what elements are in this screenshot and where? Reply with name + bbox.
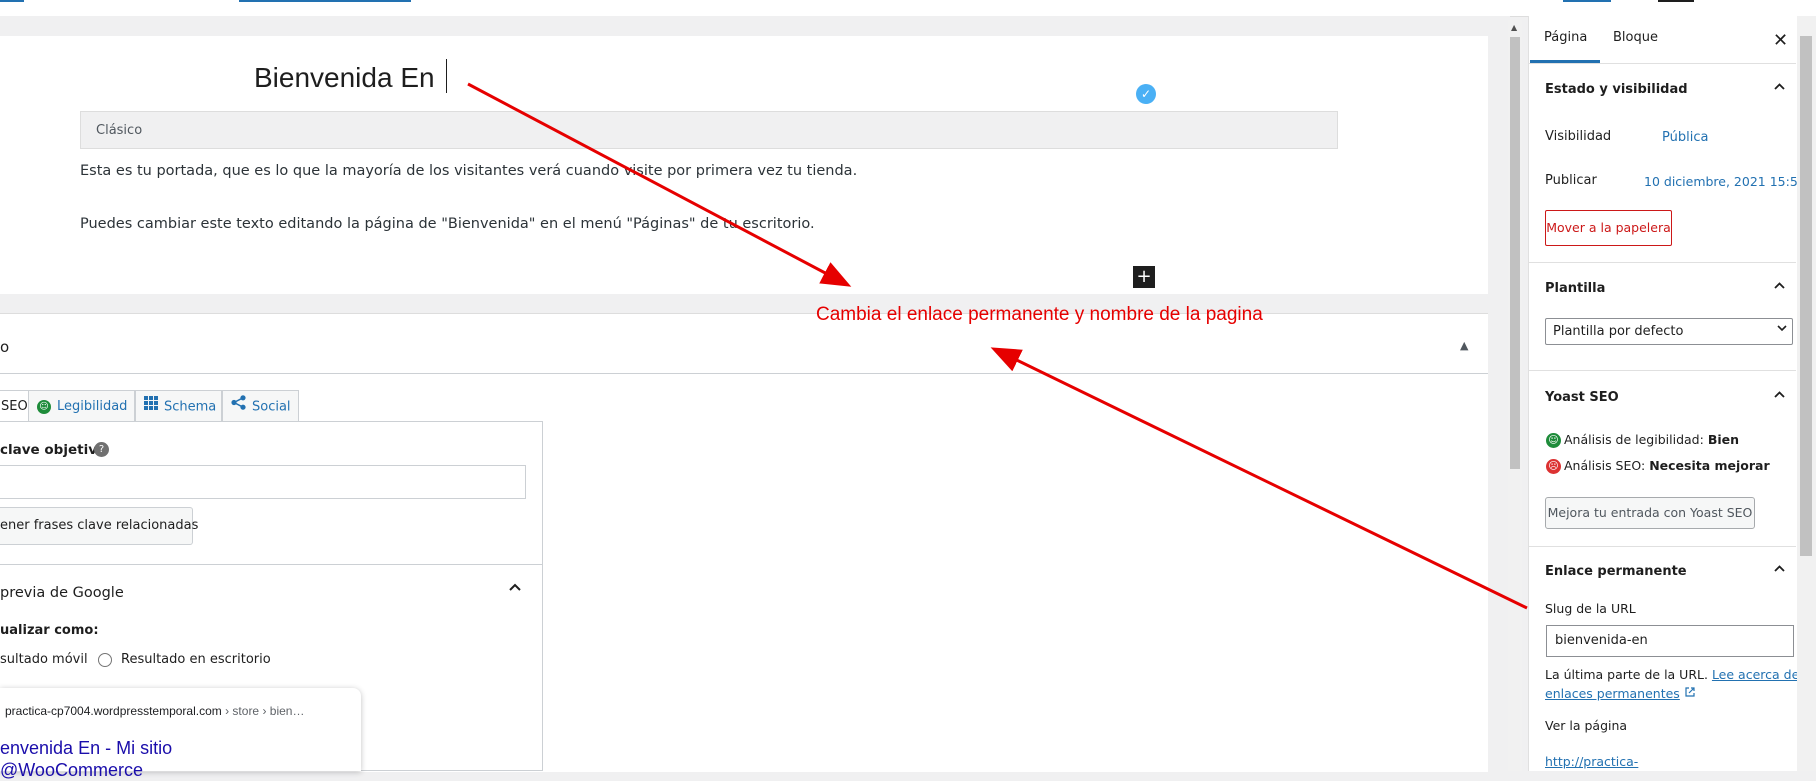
serp-title-line: envenida En - Mi sitio bbox=[0, 738, 173, 758]
focus-keyphrase-input[interactable] bbox=[0, 465, 526, 499]
share-icon bbox=[231, 391, 246, 423]
post-title[interactable]: Bienvenida En bbox=[254, 62, 435, 94]
slug-label: Slug de la URL bbox=[1545, 601, 1636, 616]
template-select[interactable]: Plantilla por defecto bbox=[1545, 318, 1793, 345]
chevron-up-icon[interactable] bbox=[1773, 388, 1786, 405]
collapse-arrow-icon[interactable]: ▲ bbox=[1460, 339, 1468, 352]
paragraph[interactable]: Puedes cambiar este texto editando la pá… bbox=[80, 216, 815, 232]
divider bbox=[1528, 546, 1796, 547]
chevron-up-icon[interactable] bbox=[1773, 562, 1786, 579]
serp-url: practica-cp7004.wordpresstemporal.com › … bbox=[5, 704, 304, 718]
tab-label: SEO bbox=[1, 399, 28, 414]
seo-value: Necesita mejorar bbox=[1649, 458, 1770, 473]
visibility-label: Visibilidad bbox=[1545, 129, 1612, 144]
chevron-up-icon[interactable] bbox=[508, 580, 522, 598]
desktop-result-option[interactable]: Resultado en escritorio bbox=[121, 652, 271, 667]
toolbar-button-fragment[interactable] bbox=[239, 0, 411, 2]
smiley-face-icon: ☺ bbox=[37, 399, 51, 414]
divider bbox=[0, 373, 1488, 374]
text-caret bbox=[446, 59, 447, 93]
toolbar-button-fragment[interactable] bbox=[0, 0, 24, 2]
serp-breadcrumb: › store › bien… bbox=[221, 704, 305, 718]
template-panel-title[interactable]: Plantilla bbox=[1545, 281, 1605, 296]
add-block-button[interactable]: + bbox=[1133, 266, 1155, 288]
paragraph[interactable]: Esta es tu portada, que es lo que la may… bbox=[80, 163, 857, 179]
page-permalink[interactable]: http://practica- bbox=[1545, 754, 1638, 769]
divider bbox=[1528, 63, 1796, 64]
editor-scrollbar-thumb[interactable] bbox=[1510, 37, 1520, 469]
classic-block-label: Clásico bbox=[96, 123, 143, 138]
good-smiley-icon: ☺ bbox=[1546, 433, 1561, 448]
annotation-text: Cambia el enlace permanente y nombre de … bbox=[816, 304, 1263, 325]
view-page-label: Ver la página bbox=[1545, 718, 1628, 733]
chevron-down-icon bbox=[1776, 322, 1788, 337]
readability-value: Bien bbox=[1707, 432, 1740, 447]
bad-face-icon: ☹ bbox=[1546, 459, 1561, 474]
publish-label: Publicar bbox=[1545, 173, 1597, 188]
serp-title-line: @WooCommerce bbox=[0, 760, 143, 780]
trash-button[interactable]: Mover a la papelera bbox=[1545, 210, 1672, 246]
slug-help-line: La última parte de la URL. Lee acerca de… bbox=[1545, 667, 1816, 682]
improve-with-yoast-button[interactable]: Mejora tu entrada con Yoast SEO bbox=[1545, 497, 1755, 529]
classic-block-toolbar[interactable] bbox=[80, 111, 1338, 149]
yoast-panel-title[interactable]: Yoast SEO bbox=[1545, 390, 1619, 405]
slug-input[interactable]: bienvenida-en bbox=[1546, 625, 1794, 657]
tab-label: Legibilidad bbox=[57, 399, 128, 414]
scroll-up-arrow-icon[interactable]: ▲ bbox=[1511, 23, 1517, 32]
visibility-value[interactable]: Pública bbox=[1662, 130, 1708, 145]
divider bbox=[1528, 370, 1796, 371]
related-keyphrases-button[interactable]: ener frases clave relacionadas bbox=[0, 507, 198, 545]
chevron-up-icon[interactable] bbox=[1773, 279, 1786, 296]
mobile-result-option[interactable]: sultado móvil bbox=[0, 652, 88, 667]
serp-title: envenida En - Mi sitio @WooCommerce bbox=[0, 737, 172, 781]
seo-label: Análisis SEO: bbox=[1564, 458, 1646, 473]
tab-seo[interactable]: SEO bbox=[0, 390, 29, 422]
settings-button-fragment[interactable] bbox=[1658, 0, 1694, 2]
tab-schema[interactable]: Schema bbox=[135, 390, 222, 422]
publish-date[interactable]: 10 diciembre, 2021 15:59 bbox=[1644, 174, 1806, 189]
status-panel-title[interactable]: Estado y visibilidad bbox=[1545, 82, 1688, 97]
tab-social[interactable]: Social bbox=[222, 390, 299, 422]
grid-icon bbox=[144, 391, 158, 423]
tab-block[interactable]: Bloque bbox=[1613, 30, 1658, 45]
desktop-result-radio[interactable] bbox=[98, 653, 112, 667]
tab-page[interactable]: Página bbox=[1544, 30, 1587, 45]
permalink-help-link[interactable]: enlaces permanentes bbox=[1545, 686, 1680, 701]
publish-button-fragment[interactable] bbox=[1563, 0, 1611, 2]
sidebar-scrollbar-thumb[interactable] bbox=[1800, 36, 1812, 556]
help-icon[interactable]: ? bbox=[94, 442, 109, 457]
close-icon[interactable]: ✕ bbox=[1773, 30, 1788, 51]
slug-help-line: enlaces permanentes bbox=[1545, 686, 1696, 701]
seo-score: Análisis SEO: Necesita mejorar bbox=[1564, 458, 1770, 473]
slug-help-text: La última parte de la URL. bbox=[1545, 667, 1708, 682]
check-icon: ✓ bbox=[1136, 84, 1156, 104]
readability-label: Análisis de legibilidad: bbox=[1564, 432, 1704, 447]
metabox-title[interactable]: o bbox=[0, 338, 9, 356]
google-preview-title[interactable]: previa de Google bbox=[0, 585, 124, 601]
readability-score: Análisis de legibilidad: Bien bbox=[1564, 432, 1739, 447]
tab-label: Social bbox=[252, 399, 291, 415]
external-link-icon bbox=[1684, 686, 1696, 701]
divider bbox=[1528, 262, 1796, 263]
preview-mode-label: ualizar como: bbox=[0, 623, 99, 638]
tab-readability[interactable]: ☺ Legibilidad bbox=[28, 390, 135, 422]
focus-keyphrase-label: clave objetivo bbox=[0, 442, 107, 458]
tab-label: Schema bbox=[164, 399, 217, 415]
permalink-panel-title[interactable]: Enlace permanente bbox=[1545, 564, 1687, 579]
top-toolbar bbox=[0, 0, 1816, 17]
divider bbox=[0, 564, 543, 565]
serp-domain: practica-cp7004.wordpresstemporal.com bbox=[5, 704, 222, 718]
chevron-up-icon[interactable] bbox=[1773, 80, 1786, 97]
